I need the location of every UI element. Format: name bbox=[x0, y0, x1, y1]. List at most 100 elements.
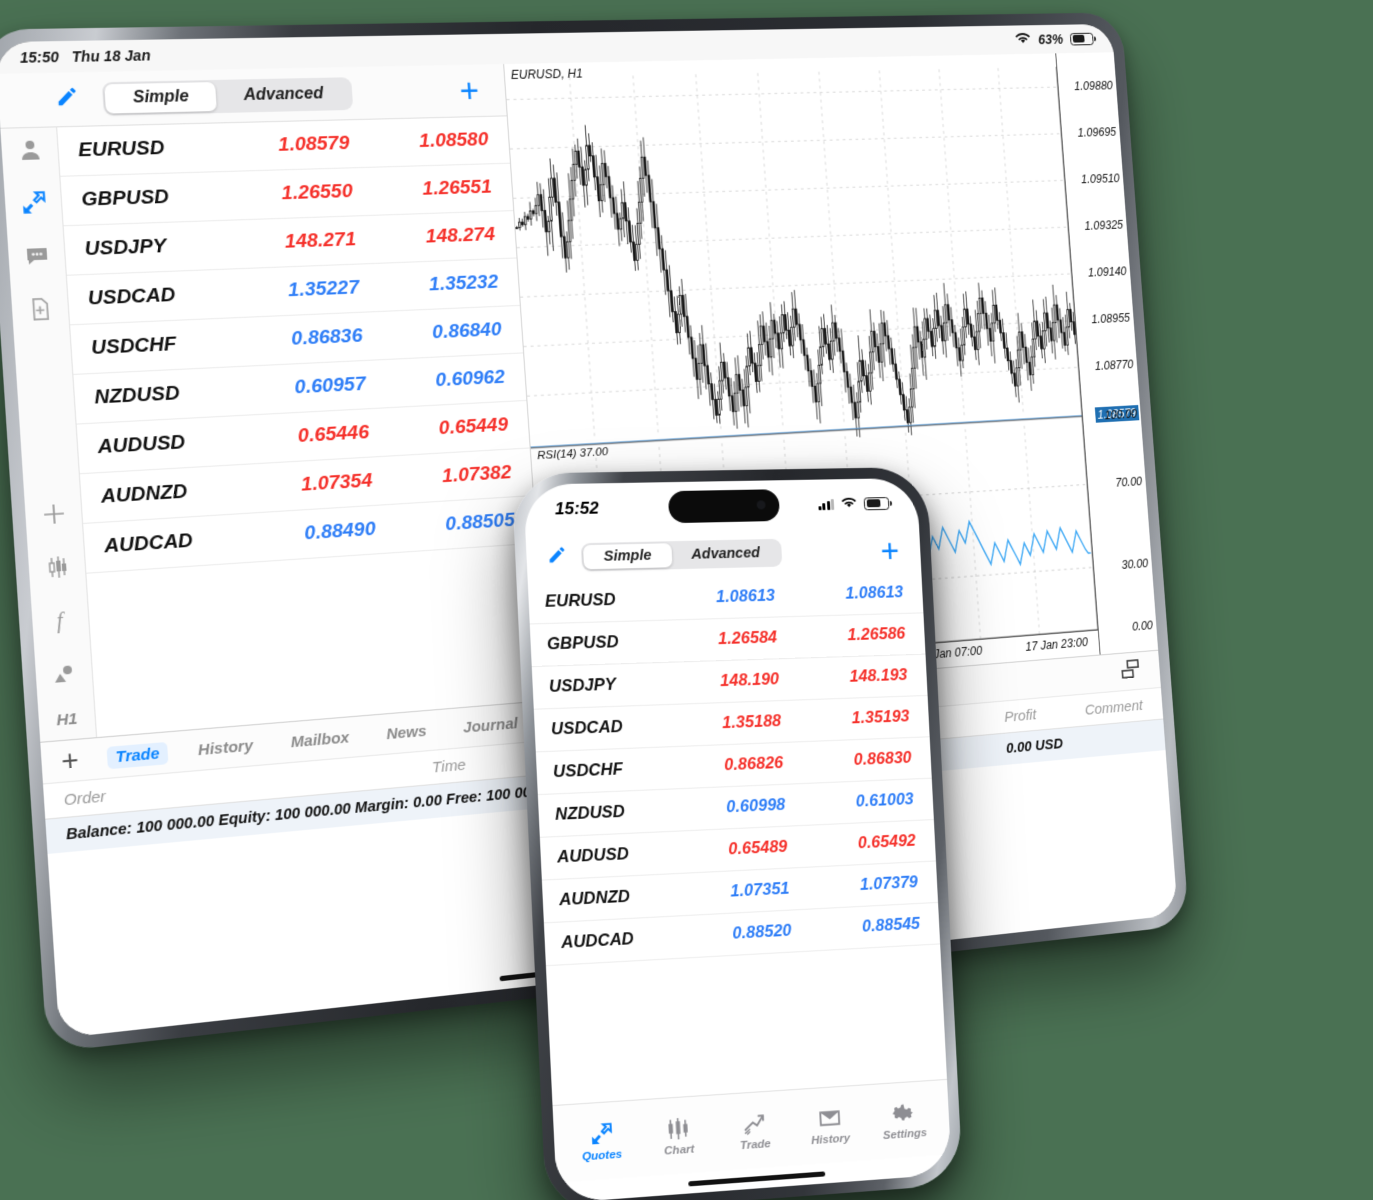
quote-bid: 1.35188 bbox=[721, 712, 782, 733]
quote-symbol: USDCAD bbox=[550, 717, 624, 739]
quote-ask: 1.26586 bbox=[847, 624, 906, 645]
crosshair-icon[interactable] bbox=[36, 497, 71, 531]
tab-label: Settings bbox=[882, 1126, 928, 1142]
phone-status-bar: 15:52 bbox=[523, 478, 919, 535]
quote-ask: 0.60962 bbox=[434, 366, 506, 392]
tab-label: Chart bbox=[663, 1142, 695, 1158]
quote-symbol: AUDNZD bbox=[100, 480, 188, 508]
tab-history[interactable]: History bbox=[189, 734, 262, 762]
battery-percent: 63% bbox=[1037, 31, 1064, 48]
quote-bid: 0.86836 bbox=[290, 325, 364, 350]
price-tick: 1.09695 bbox=[1077, 125, 1117, 140]
quote-symbol: AUDCAD bbox=[103, 529, 194, 558]
tab-label: Trade bbox=[739, 1137, 772, 1152]
phone-quotes-list: EURUSD 1.08613 1.08613 GBPUSD 1.26584 1.… bbox=[527, 572, 941, 967]
price-tick: 1.09880 bbox=[1073, 79, 1114, 94]
quote-bid: 0.65446 bbox=[297, 421, 370, 448]
tab-quotes[interactable]: Quotes bbox=[565, 1118, 638, 1164]
plus-icon[interactable]: + bbox=[880, 532, 900, 569]
quote-bid: 0.60998 bbox=[725, 795, 786, 817]
plus-icon[interactable]: + bbox=[458, 72, 480, 110]
segment-simple[interactable]: Simple bbox=[582, 543, 673, 570]
phone-empty-area bbox=[545, 944, 947, 1106]
quote-symbol: USDJPY bbox=[84, 235, 168, 261]
tab-chart[interactable]: Chart bbox=[642, 1113, 714, 1158]
quote-ask: 0.86840 bbox=[431, 318, 503, 344]
new-document-icon[interactable] bbox=[23, 292, 58, 325]
candlestick-icon[interactable] bbox=[39, 550, 74, 584]
phone-frame: 15:52 Simple Advanced + EURUSD 1.08613 1… bbox=[511, 466, 963, 1200]
quote-symbol: GBPUSD bbox=[80, 186, 170, 211]
quote-symbol: EURUSD bbox=[544, 590, 617, 611]
quote-ask: 1.07379 bbox=[859, 873, 919, 894]
tab-label: Quotes bbox=[581, 1147, 623, 1164]
account-icon[interactable] bbox=[12, 134, 47, 167]
quote-symbol: AUDUSD bbox=[97, 431, 186, 459]
status-date: Thu 18 Jan bbox=[71, 46, 152, 66]
battery-icon bbox=[863, 496, 890, 510]
quote-ask: 148.274 bbox=[424, 223, 496, 248]
price-tick: 1.08770 bbox=[1094, 357, 1134, 374]
quote-ask: 148.193 bbox=[849, 666, 908, 686]
layout-icon[interactable] bbox=[1120, 658, 1141, 684]
rsi-tick: 100.00 bbox=[1104, 406, 1138, 422]
quote-bid: 0.65489 bbox=[727, 837, 788, 859]
tablet-quotes-panel: Simple Advanced + f H1 EURUSD 1.08579 1.… bbox=[0, 64, 549, 742]
quotes-icon[interactable] bbox=[16, 187, 51, 220]
quote-bid: 0.88490 bbox=[303, 518, 377, 545]
tab-news[interactable]: News bbox=[377, 719, 435, 745]
tab-trade[interactable]: Trade bbox=[719, 1108, 790, 1153]
phone-screen: 15:52 Simple Advanced + EURUSD 1.08613 1… bbox=[523, 477, 952, 1200]
chart-title: EURUSD, H1 bbox=[510, 66, 584, 83]
pencil-icon[interactable] bbox=[546, 545, 568, 572]
view-mode-segment[interactable]: Simple Advanced bbox=[580, 538, 783, 572]
quote-symbol: AUDCAD bbox=[560, 929, 635, 953]
quote-bid: 1.07354 bbox=[300, 469, 374, 496]
rsi-tick: 0.00 bbox=[1131, 618, 1154, 634]
quote-bid: 148.271 bbox=[284, 228, 357, 253]
column-comment: Comment bbox=[1084, 696, 1144, 719]
quote-symbol: AUDUSD bbox=[556, 844, 630, 867]
pencil-icon[interactable] bbox=[54, 84, 80, 114]
quote-ask: 0.65449 bbox=[438, 414, 509, 440]
quote-bid: 0.88520 bbox=[732, 921, 792, 943]
tab-trade[interactable]: Trade bbox=[106, 741, 169, 769]
quote-bid: 1.26550 bbox=[280, 180, 354, 205]
indicators-icon[interactable]: f bbox=[43, 603, 78, 637]
tab-history[interactable]: History bbox=[795, 1103, 866, 1148]
time-tick: 17 Jan 23:00 bbox=[1024, 635, 1089, 654]
quote-bid: 1.35227 bbox=[287, 276, 360, 302]
wifi-icon bbox=[840, 494, 857, 514]
quote-ask: 1.26551 bbox=[421, 176, 493, 200]
segment-advanced[interactable]: Advanced bbox=[215, 79, 351, 111]
battery-icon bbox=[1069, 32, 1094, 46]
quote-symbol: NZDUSD bbox=[554, 802, 626, 824]
svg-text:f: f bbox=[55, 610, 65, 634]
quote-ask: 1.35232 bbox=[428, 271, 499, 296]
quote-symbol: GBPUSD bbox=[546, 633, 619, 654]
price-tick: 1.09510 bbox=[1080, 171, 1121, 187]
timeframe-label[interactable]: H1 bbox=[56, 710, 79, 740]
quote-symbol: EURUSD bbox=[77, 137, 166, 162]
tab-mailbox[interactable]: Mailbox bbox=[282, 726, 358, 754]
column-time: Time bbox=[431, 755, 467, 777]
segment-simple[interactable]: Simple bbox=[104, 81, 218, 114]
rsi-tick: 30.00 bbox=[1121, 556, 1149, 572]
cellular-icon bbox=[818, 498, 835, 510]
plus-icon[interactable]: + bbox=[60, 744, 79, 777]
chat-icon[interactable] bbox=[19, 239, 54, 272]
phone-device: 15:52 Simple Advanced + EURUSD 1.08613 1… bbox=[501, 466, 1049, 1200]
tab-settings[interactable]: Settings bbox=[869, 1098, 939, 1142]
price-tick: 1.09325 bbox=[1084, 218, 1124, 234]
quote-ask: 0.88545 bbox=[861, 914, 921, 936]
segment-advanced[interactable]: Advanced bbox=[671, 541, 780, 567]
quote-ask: 1.07382 bbox=[441, 461, 513, 488]
view-mode-segment[interactable]: Simple Advanced bbox=[101, 76, 354, 116]
objects-icon[interactable] bbox=[46, 656, 81, 690]
quote-bid: 1.26584 bbox=[717, 628, 778, 649]
quote-ask: 0.65492 bbox=[857, 831, 917, 853]
quote-ask: 0.61003 bbox=[855, 790, 915, 811]
quote-symbol: USDJPY bbox=[548, 675, 617, 696]
tablet-quotes-list: EURUSD 1.08579 1.08580 GBPUSD 1.26550 1.… bbox=[57, 116, 547, 737]
status-time: 15:50 bbox=[19, 48, 60, 66]
